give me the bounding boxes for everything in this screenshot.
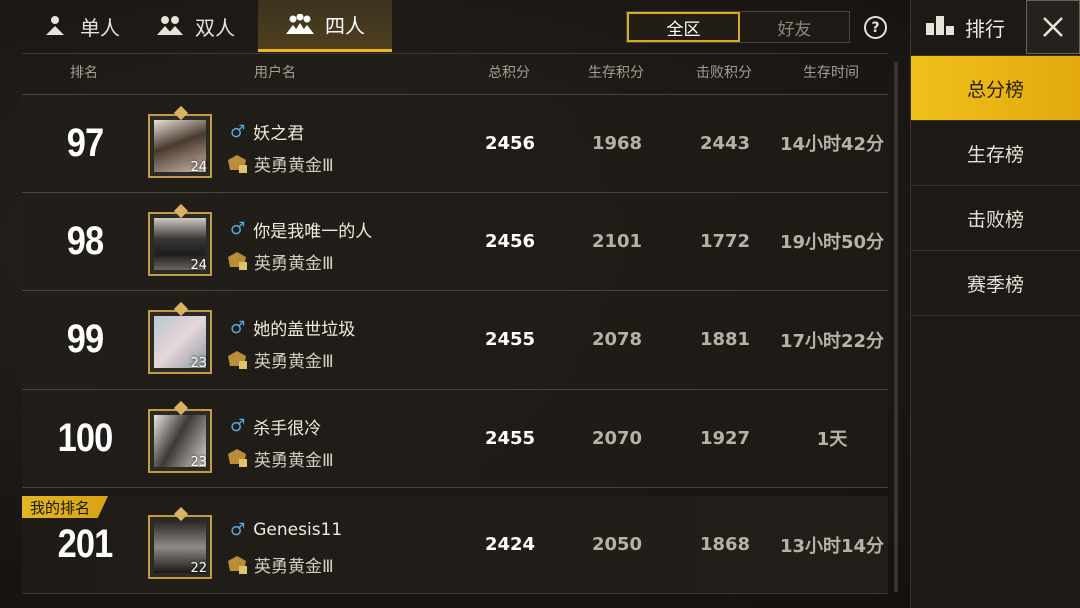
duo-icon bbox=[155, 15, 185, 37]
panel-title: 排行 bbox=[965, 17, 1005, 41]
tab-survival-board[interactable]: 生存榜 bbox=[911, 121, 1080, 186]
frame-crest-icon bbox=[173, 301, 189, 317]
tab-squad-label: 四人 bbox=[325, 14, 365, 38]
rank-number: 99 bbox=[66, 317, 104, 362]
player-name: 你是我唯一的人 bbox=[253, 221, 373, 242]
avatar[interactable]: 24 bbox=[148, 203, 212, 276]
tier-label: 英勇黄金Ⅲ bbox=[254, 352, 334, 372]
survival-time: 13小时14分 bbox=[779, 535, 885, 557]
male-icon: ♂ bbox=[230, 416, 246, 436]
player-level: 24 bbox=[190, 257, 207, 273]
squad-icon bbox=[285, 13, 315, 36]
total-score: 2456 bbox=[484, 230, 536, 252]
tier-label: 英勇黄金Ⅲ bbox=[254, 557, 334, 577]
avatar[interactable]: 23 bbox=[148, 301, 212, 374]
survival-score: 1968 bbox=[591, 132, 643, 154]
player-level: 22 bbox=[190, 561, 207, 576]
avatar[interactable]: 22 bbox=[148, 506, 212, 579]
region-toggle: 全区 好友 bbox=[626, 11, 850, 43]
my-rank-row[interactable]: 我的排名 201 22 ♂ Genesis11 英勇黄金Ⅲ 2424 2050 1… bbox=[22, 496, 888, 594]
mode-tabs: 单人 双人 四人 bbox=[20, 0, 392, 52]
rank-number: 100 bbox=[57, 415, 114, 460]
gold-tier-icon bbox=[226, 555, 248, 575]
podium-icon bbox=[925, 14, 955, 41]
survival-time: 19小时50分 bbox=[779, 232, 885, 254]
header-survival: 生存积分 bbox=[588, 65, 644, 81]
total-score: 2455 bbox=[484, 329, 536, 351]
survival-time: 1天 bbox=[816, 429, 848, 451]
table-row[interactable]: 98 24 ♂ 你是我唯一的人 英勇黄金Ⅲ 2456 2101 1772 19小时… bbox=[22, 192, 888, 291]
tab-total-board[interactable]: 总分榜 bbox=[911, 56, 1080, 121]
survival-time: 17小时22分 bbox=[779, 330, 885, 352]
header-rank: 排名 bbox=[70, 65, 98, 81]
tab-duo-label: 双人 bbox=[195, 15, 235, 40]
table-row[interactable]: 100 23 ♂ 杀手很冷 英勇黄金Ⅲ 2455 2070 1927 1天 bbox=[22, 389, 888, 488]
gold-tier-icon bbox=[226, 448, 248, 468]
player-level: 24 bbox=[190, 160, 207, 175]
tab-squad[interactable]: 四人 bbox=[258, 0, 392, 52]
region-all-button[interactable]: 全区 bbox=[627, 12, 740, 42]
list-scrollbar[interactable] bbox=[894, 62, 898, 592]
tab-kills-board[interactable]: 击败榜 bbox=[911, 186, 1080, 251]
tab-single-label: 单人 bbox=[80, 15, 120, 40]
kill-score: 1772 bbox=[699, 230, 751, 252]
player-name: Genesis11 bbox=[253, 520, 343, 540]
kill-score: 1927 bbox=[699, 427, 751, 449]
survival-score: 2078 bbox=[591, 329, 643, 351]
survival-score: 2050 bbox=[591, 534, 643, 555]
header-kills: 击败积分 bbox=[696, 65, 752, 81]
survival-time: 14小时42分 bbox=[779, 134, 885, 156]
rank-number: 201 bbox=[57, 522, 114, 566]
tab-season-board[interactable]: 赛季榜 bbox=[911, 251, 1080, 316]
single-player-icon bbox=[40, 15, 70, 37]
frame-crest-icon bbox=[173, 105, 189, 121]
tab-duo[interactable]: 双人 bbox=[140, 0, 250, 52]
avatar[interactable]: 23 bbox=[148, 400, 212, 473]
survival-score: 2070 bbox=[591, 427, 643, 449]
player-level: 23 bbox=[190, 454, 207, 470]
close-button[interactable] bbox=[1026, 0, 1080, 54]
kill-score: 1881 bbox=[699, 329, 751, 351]
kill-score: 1868 bbox=[699, 534, 751, 555]
survival-score: 2101 bbox=[591, 230, 643, 252]
header-username: 用户名 bbox=[254, 65, 296, 81]
tier-label: 英勇黄金Ⅲ bbox=[254, 253, 334, 274]
tier-label: 英勇黄金Ⅲ bbox=[254, 156, 334, 176]
player-name: 她的盖世垃圾 bbox=[253, 320, 356, 340]
player-name: 杀手很冷 bbox=[253, 418, 322, 439]
player-level: 23 bbox=[190, 356, 207, 371]
table-row[interactable]: 97 24 ♂ 妖之君 英勇黄金Ⅲ 2456 1968 2443 14小时42分 bbox=[22, 94, 888, 193]
male-icon: ♂ bbox=[230, 520, 246, 540]
tier-label: 英勇黄金Ⅲ bbox=[254, 450, 334, 471]
total-score: 2424 bbox=[484, 534, 536, 555]
total-score: 2455 bbox=[484, 427, 536, 449]
male-icon: ♂ bbox=[230, 317, 246, 338]
leaderboard-list: 97 24 ♂ 妖之君 英勇黄金Ⅲ 2456 1968 2443 14小时42分 … bbox=[22, 94, 888, 488]
rank-number: 97 bbox=[66, 120, 104, 165]
avatar[interactable]: 24 bbox=[148, 105, 212, 178]
frame-crest-icon bbox=[173, 203, 189, 218]
column-headers: 排名 用户名 总积分 生存积分 击败积分 生存时间 bbox=[22, 53, 888, 86]
table-row[interactable]: 99 23 ♂ 她的盖世垃圾 英勇黄金Ⅲ 2455 2078 1881 17小时2… bbox=[22, 291, 888, 390]
frame-crest-icon bbox=[173, 400, 189, 415]
leaderboard-panel: 排行 总分榜 生存榜 击败榜 赛季榜 bbox=[910, 0, 1080, 608]
frame-crest-icon bbox=[173, 506, 189, 522]
header-time: 生存时间 bbox=[803, 65, 859, 81]
help-icon[interactable]: ? bbox=[864, 16, 887, 39]
gold-tier-icon bbox=[226, 251, 248, 271]
gold-tier-icon bbox=[226, 154, 248, 174]
kill-score: 2443 bbox=[699, 132, 751, 154]
header-total: 总积分 bbox=[488, 65, 530, 81]
male-icon: ♂ bbox=[230, 219, 246, 239]
region-friends-button[interactable]: 好友 bbox=[740, 12, 849, 42]
rank-number: 98 bbox=[66, 218, 104, 263]
gold-tier-icon bbox=[226, 350, 248, 370]
male-icon: ♂ bbox=[230, 121, 246, 142]
tab-single[interactable]: 单人 bbox=[20, 0, 140, 52]
close-icon bbox=[1043, 17, 1063, 37]
player-name: 妖之君 bbox=[253, 124, 305, 144]
total-score: 2456 bbox=[484, 132, 536, 154]
